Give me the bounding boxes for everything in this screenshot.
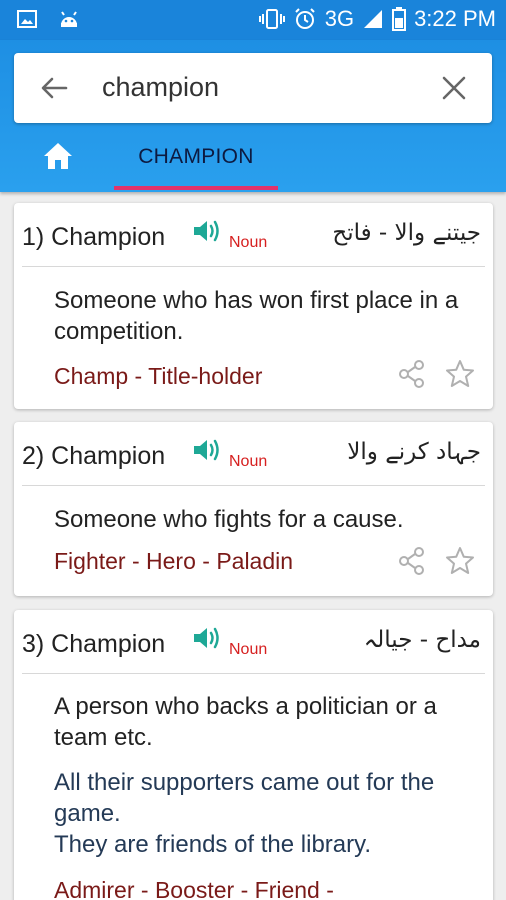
vibrate-icon — [258, 9, 285, 29]
part-of-speech: Noun — [229, 641, 268, 658]
synonyms-text: Admirer - Booster - Friend - — [54, 877, 334, 900]
speaker-icon[interactable] — [192, 624, 222, 652]
alarm-icon — [294, 8, 315, 29]
status-bar: 3G 3:22 PM — [0, 0, 506, 40]
signal-icon — [364, 10, 383, 28]
share-icon[interactable] — [397, 359, 427, 389]
battery-icon — [392, 7, 407, 31]
tab-indicator — [114, 186, 278, 190]
star-icon[interactable] — [445, 359, 475, 389]
part-of-speech: Noun — [229, 453, 268, 470]
gallery-notification-icon — [17, 10, 37, 28]
clock: 3:22 PM — [414, 6, 496, 31]
tab-label: CHAMPION — [138, 145, 254, 168]
back-arrow-icon[interactable] — [38, 72, 70, 104]
entry-header: 3) Champion Noun مداح - جیالہ — [22, 610, 485, 674]
entry-word: 2) Champion — [22, 442, 166, 470]
close-icon[interactable] — [440, 74, 468, 102]
urdu-translation: جیتنے والا - فاتح — [332, 220, 481, 246]
entry-header: 1) Champion Noun جیتنے والا - فاتح — [22, 203, 485, 267]
entry-actions — [397, 359, 475, 389]
entry-actions — [397, 546, 475, 576]
network-type: 3G — [324, 6, 355, 31]
entry-card: 2) Champion Noun جہاد کرنے والا Someone … — [14, 422, 493, 596]
home-icon[interactable] — [42, 140, 74, 172]
urdu-translation: مداح - جیالہ — [363, 627, 481, 653]
definition-text: Someone who has won first place in a com… — [54, 287, 459, 345]
app-header: champion CHAMPION — [0, 40, 506, 192]
share-icon[interactable] — [397, 546, 427, 576]
entry-word: 3) Champion — [22, 630, 166, 658]
definition-text: A person who backs a politician or a tea… — [54, 693, 437, 751]
tab-champion[interactable]: CHAMPION — [114, 135, 278, 190]
search-bar[interactable]: champion — [14, 53, 492, 123]
urdu-translation: جہاد کرنے والا — [347, 439, 481, 465]
speaker-icon[interactable] — [192, 217, 222, 245]
definition-text: Someone who fights for a cause. — [54, 506, 404, 533]
example-sentence: All their supporters came out for the ga… — [54, 769, 435, 827]
entry-card: 1) Champion Noun جیتنے والا - فاتح Someo… — [14, 203, 493, 409]
android-notification-icon — [61, 11, 77, 27]
speaker-icon[interactable] — [192, 436, 222, 464]
entry-header: 2) Champion Noun جہاد کرنے والا — [22, 422, 485, 486]
entry-word: 1) Champion — [22, 223, 166, 251]
example-sentence: They are friends of the library. — [54, 831, 372, 858]
star-icon[interactable] — [445, 546, 475, 576]
entry-card: 3) Champion Noun مداح - جیالہ A person w… — [14, 610, 493, 900]
part-of-speech: Noun — [229, 234, 268, 251]
search-input[interactable]: champion — [102, 72, 219, 103]
